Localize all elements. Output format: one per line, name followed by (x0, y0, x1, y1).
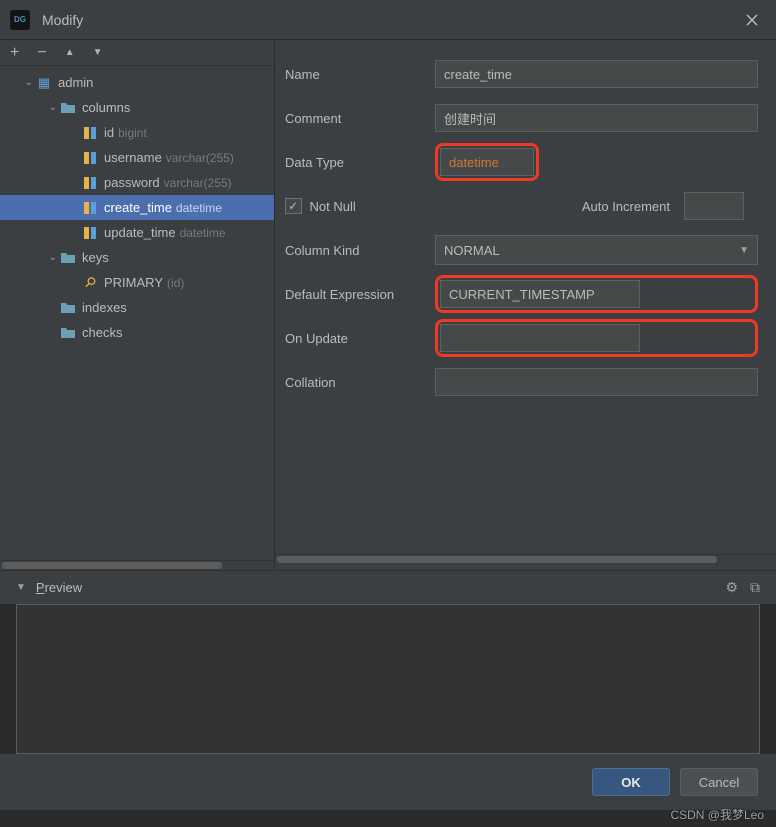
comment-input[interactable] (435, 104, 758, 132)
tree-h-scrollbar[interactable] (0, 560, 274, 570)
tree-node-column[interactable]: password varchar(255) (0, 170, 274, 195)
tree-node-keys[interactable]: ⌄ keys (0, 245, 274, 270)
column-icon (82, 150, 98, 166)
folder-icon (60, 100, 76, 116)
onupdate-label: On Update (285, 331, 435, 346)
tree-label: id (104, 125, 114, 140)
button-bar: OK Cancel (0, 754, 776, 810)
kind-label: Column Kind (285, 243, 435, 258)
chevron-down-icon: ⌄ (24, 77, 34, 88)
tree-node-key[interactable]: PRIMARY (id) (0, 270, 274, 295)
chevron-down-icon: ▼ (16, 582, 26, 593)
scrollbar-thumb[interactable] (2, 562, 222, 569)
name-label: Name (285, 67, 435, 82)
highlight-datatype (435, 143, 539, 181)
tree-node-column[interactable]: id bigint (0, 120, 274, 145)
kind-value: NORMAL (444, 243, 500, 258)
chevron-down-icon: ⌄ (48, 252, 58, 263)
scrollbar-thumb[interactable] (277, 556, 717, 563)
tree-type: datetime (176, 201, 222, 215)
app-icon (10, 10, 30, 30)
move-up-button[interactable]: ▲ (65, 48, 75, 58)
table-icon (36, 75, 52, 91)
comment-label: Comment (285, 111, 435, 126)
tree-type: datetime (180, 226, 226, 240)
datatype-input[interactable] (440, 148, 534, 176)
kind-select[interactable]: NORMAL ▼ (435, 235, 758, 265)
tree-label: admin (58, 75, 93, 90)
cancel-button[interactable]: Cancel (680, 768, 758, 796)
tree-panel: + − ▲ ▼ ⌄ admin ⌄ columns id bigint (0, 40, 275, 570)
autoinc-input[interactable] (684, 192, 744, 220)
folder-icon (60, 250, 76, 266)
column-icon (82, 125, 98, 141)
tree-node-column-selected[interactable]: create_time datetime (0, 195, 274, 220)
tree-type: bigint (118, 126, 147, 140)
tree-label: create_time (104, 200, 172, 215)
default-label: Default Expression (285, 287, 435, 302)
tree-type: varchar(255) (164, 176, 232, 190)
tree-label: update_time (104, 225, 176, 240)
chevron-down-icon: ▼ (739, 245, 749, 256)
collation-label: Collation (285, 375, 435, 390)
highlight-onupdate (435, 319, 758, 357)
tree-label: username (104, 150, 162, 165)
folder-icon (60, 325, 76, 341)
form-panel: Name Comment Data Type ✓ Not Null Auto I… (275, 40, 776, 570)
tree-node-columns[interactable]: ⌄ columns (0, 95, 274, 120)
tree-node-checks[interactable]: checks (0, 320, 274, 345)
tree-node-column[interactable]: update_time datetime (0, 220, 274, 245)
default-input[interactable] (440, 280, 640, 308)
datatype-label: Data Type (285, 155, 435, 170)
watermark: CSDN @我梦Leo (670, 806, 764, 823)
tree-node-table[interactable]: ⌄ admin (0, 70, 274, 95)
chevron-down-icon: ⌄ (48, 102, 58, 113)
preview-header[interactable]: ▼ Preview ⚙ ⧉ (0, 570, 776, 604)
autoinc-label: Auto Increment (582, 199, 670, 214)
form-h-scrollbar[interactable] (275, 554, 776, 564)
tree-label: password (104, 175, 160, 190)
notnull-checkbox[interactable]: ✓ (285, 198, 302, 215)
remove-button[interactable]: − (37, 45, 46, 61)
name-input[interactable] (435, 60, 758, 88)
gear-icon[interactable]: ⚙ (725, 579, 738, 596)
column-icon (82, 175, 98, 191)
object-tree[interactable]: ⌄ admin ⌄ columns id bigint username var… (0, 66, 274, 560)
highlight-default (435, 275, 758, 313)
add-button[interactable]: + (10, 45, 19, 61)
tree-node-indexes[interactable]: indexes (0, 295, 274, 320)
tree-type: (id) (167, 276, 184, 290)
move-down-button[interactable]: ▼ (93, 48, 103, 58)
column-icon (82, 200, 98, 216)
window-title: Modify (42, 12, 83, 28)
preview-area (16, 604, 760, 754)
column-icon (82, 225, 98, 241)
close-button[interactable] (738, 6, 766, 34)
ok-button[interactable]: OK (592, 768, 670, 796)
tree-label: indexes (82, 300, 127, 315)
notnull-label: Not Null (310, 199, 356, 214)
tree-label: checks (82, 325, 122, 340)
tree-node-column[interactable]: username varchar(255) (0, 145, 274, 170)
folder-icon (60, 300, 76, 316)
tree-label: columns (82, 100, 130, 115)
notnull-checkbox-wrap[interactable]: ✓ Not Null (285, 198, 356, 215)
open-external-icon[interactable]: ⧉ (750, 579, 760, 596)
close-icon (745, 13, 759, 27)
key-icon (82, 275, 98, 291)
tree-label: keys (82, 250, 109, 265)
title-bar: Modify (0, 0, 776, 40)
onupdate-input[interactable] (440, 324, 640, 352)
tree-label: PRIMARY (104, 275, 163, 290)
tree-type: varchar(255) (166, 151, 234, 165)
collation-input[interactable] (435, 368, 758, 396)
tree-toolbar: + − ▲ ▼ (0, 40, 274, 66)
preview-label: Preview (36, 580, 82, 595)
